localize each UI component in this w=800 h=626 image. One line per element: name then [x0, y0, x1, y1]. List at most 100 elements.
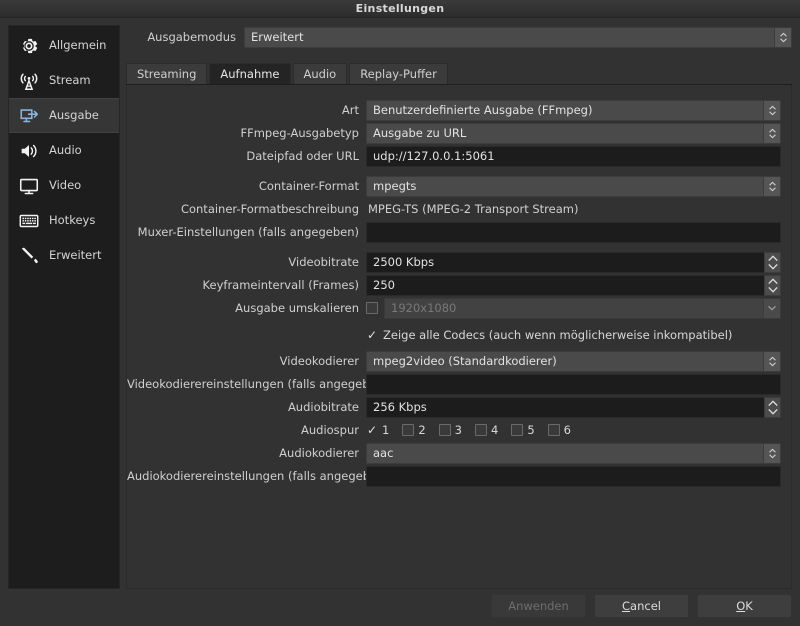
- cancel-button[interactable]: Cancel: [594, 594, 689, 618]
- output-mode-row: Ausgabemodus Erweitert: [126, 22, 792, 52]
- tab-streaming[interactable]: Streaming: [126, 63, 207, 84]
- container-format-select[interactable]: mpegts: [366, 176, 781, 197]
- path-url-input[interactable]: udp://127.0.0.1:5061: [366, 146, 781, 167]
- spin-arrows-icon[interactable]: [764, 252, 781, 273]
- apply-button[interactable]: Anwenden: [491, 594, 586, 618]
- path-url-value: udp://127.0.0.1:5061: [373, 149, 495, 163]
- sidebar-item-label: Stream: [49, 75, 91, 87]
- art-select[interactable]: Benutzerdefinierte Ausgabe (FFmpeg): [366, 100, 781, 121]
- video-bitrate-stepper[interactable]: 2500 Kbps: [366, 252, 781, 273]
- sidebar-item-allgemein[interactable]: Allgemein: [9, 28, 119, 63]
- audio-bitrate-stepper[interactable]: 256 Kbps: [366, 397, 781, 418]
- audio-track-4[interactable]: 4: [475, 423, 498, 437]
- video-bitrate-row: Videobitrate 2500 Kbps: [127, 251, 781, 273]
- rescale-output-label: Ausgabe umskalieren: [127, 301, 366, 315]
- ffmpeg-type-value: Ausgabe zu URL: [373, 126, 466, 140]
- audio-track-2-checkbox[interactable]: [402, 424, 414, 436]
- show-all-codecs-checkbox[interactable]: ✓: [366, 329, 378, 341]
- audio-track-3-checkbox[interactable]: [439, 424, 451, 436]
- video-encoder-select[interactable]: mpeg2video (Standardkodierer): [366, 351, 781, 372]
- sidebar-item-label: Video: [49, 180, 81, 192]
- audio-track-checkboxes[interactable]: ✓ 1 2 3 4: [366, 423, 580, 437]
- audio-track-4-label: 4: [491, 423, 498, 437]
- sidebar-item-ausgabe[interactable]: Ausgabe: [9, 98, 119, 133]
- audio-track-5[interactable]: 5: [511, 423, 534, 437]
- rescale-output-checkbox[interactable]: [366, 302, 378, 314]
- video-encoder-label: Videokodierer: [127, 354, 366, 368]
- settings-sidebar[interactable]: Allgemein Stream: [8, 25, 120, 589]
- video-encoder-settings-label: Videokodierereinstellungen (falls angege…: [127, 377, 366, 391]
- chevron-down-icon: [763, 299, 780, 318]
- container-desc-label: Container-Formatbeschreibung: [127, 202, 366, 216]
- keyframe-interval-value: 250: [373, 278, 395, 292]
- chevron-updown-icon[interactable]: [763, 352, 780, 371]
- audio-encoder-select[interactable]: aac: [366, 443, 781, 464]
- audio-encoder-settings-input[interactable]: [366, 466, 781, 487]
- sidebar-item-audio[interactable]: Audio: [9, 133, 119, 168]
- audio-track-1-checkbox[interactable]: ✓: [366, 424, 378, 436]
- audio-bitrate-value: 256 Kbps: [373, 400, 427, 414]
- container-desc-row: Container-Formatbeschreibung MPEG-TS (MP…: [127, 198, 781, 220]
- show-all-codecs-toggle[interactable]: ✓ Zeige alle Codecs (auch wenn möglicher…: [366, 328, 732, 342]
- sidebar-item-label: Allgemein: [49, 40, 106, 52]
- aufnahme-panel: Art Benutzerdefinierte Ausgabe (FFmpeg) …: [126, 85, 792, 589]
- audio-track-1[interactable]: ✓ 1: [366, 423, 389, 437]
- cancel-button-label: ancel: [630, 599, 661, 613]
- settings-window: Einstellungen Allgemein: [0, 0, 800, 626]
- output-tabs[interactable]: Streaming Aufnahme Audio Replay-Puffer: [126, 63, 792, 85]
- art-label: Art: [127, 103, 366, 117]
- tab-replay-puffer[interactable]: Replay-Puffer: [349, 63, 448, 84]
- video-encoder-settings-input[interactable]: [366, 374, 781, 395]
- keyframe-interval-label: Keyframeintervall (Frames): [127, 278, 366, 292]
- audio-track-2[interactable]: 2: [402, 423, 425, 437]
- monitor-output-icon: [17, 105, 41, 127]
- audio-track-3[interactable]: 3: [439, 423, 462, 437]
- ffmpeg-type-select[interactable]: Ausgabe zu URL: [366, 123, 781, 144]
- muxer-settings-row: Muxer-Einstellungen (falls angegeben): [127, 221, 781, 243]
- ok-button-label: K: [745, 599, 753, 613]
- chevron-updown-icon[interactable]: [774, 28, 791, 47]
- spin-arrows-icon[interactable]: [764, 275, 781, 296]
- audio-encoder-row: Audiokodierer aac: [127, 442, 781, 464]
- audio-track-5-checkbox[interactable]: [511, 424, 523, 436]
- show-all-codecs-row: ✓ Zeige alle Codecs (auch wenn möglicher…: [127, 324, 781, 346]
- tab-aufnahme[interactable]: Aufnahme: [209, 63, 290, 84]
- chevron-updown-icon[interactable]: [763, 444, 780, 463]
- audio-encoder-label: Audiokodierer: [127, 446, 366, 460]
- output-mode-label: Ausgabemodus: [126, 30, 244, 44]
- chevron-updown-icon[interactable]: [763, 124, 780, 143]
- path-url-label: Dateipfad oder URL: [127, 149, 366, 163]
- sidebar-item-erweitert[interactable]: Erweitert: [9, 238, 119, 273]
- audio-track-6[interactable]: 6: [548, 423, 571, 437]
- keyframe-interval-stepper[interactable]: 250: [366, 275, 781, 296]
- chevron-updown-icon[interactable]: [763, 177, 780, 196]
- art-value: Benutzerdefinierte Ausgabe (FFmpeg): [373, 103, 592, 117]
- sidebar-item-hotkeys[interactable]: Hotkeys: [9, 203, 119, 238]
- audio-bitrate-row: Audiobitrate 256 Kbps: [127, 396, 781, 418]
- audio-track-5-label: 5: [527, 423, 534, 437]
- output-mode-value: Erweitert: [251, 30, 304, 44]
- muxer-settings-input[interactable]: [366, 222, 781, 243]
- output-mode-select[interactable]: Erweitert: [244, 27, 792, 48]
- audio-track-6-label: 6: [564, 423, 571, 437]
- ok-button[interactable]: OK: [697, 594, 792, 618]
- sidebar-item-video[interactable]: Video: [9, 168, 119, 203]
- muxer-settings-label: Muxer-Einstellungen (falls angegeben): [127, 225, 366, 239]
- audio-track-row: Audiospur ✓ 1 2 3: [127, 419, 781, 441]
- audio-encoder-settings-row: Audiokodierereinstellungen (falls angege…: [127, 465, 781, 487]
- sidebar-item-label: Erweitert: [49, 250, 102, 262]
- ffmpeg-type-label: FFmpeg-Ausgabetyp: [127, 126, 366, 140]
- art-row: Art Benutzerdefinierte Ausgabe (FFmpeg): [127, 99, 781, 121]
- ok-button-mnemonic: O: [736, 599, 745, 613]
- container-format-value: mpegts: [373, 179, 416, 193]
- settings-content: Ausgabemodus Erweitert Streaming Aufnahm…: [126, 22, 792, 589]
- rescale-resolution-select: 1920x1080: [384, 298, 781, 319]
- sidebar-item-stream[interactable]: Stream: [9, 63, 119, 98]
- chevron-updown-icon[interactable]: [763, 101, 780, 120]
- audio-track-4-checkbox[interactable]: [475, 424, 487, 436]
- tab-audio[interactable]: Audio: [293, 63, 348, 84]
- spin-arrows-icon[interactable]: [764, 397, 781, 418]
- title-bar: Einstellungen: [0, 0, 800, 18]
- audio-track-6-checkbox[interactable]: [548, 424, 560, 436]
- window-title: Einstellungen: [356, 2, 445, 15]
